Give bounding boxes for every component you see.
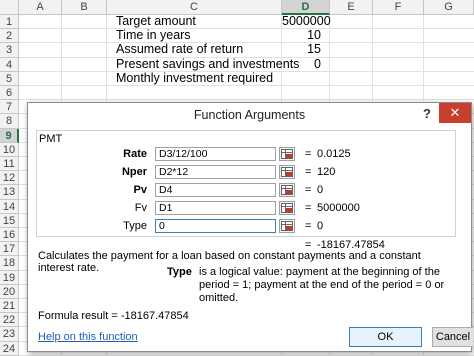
arg-equals: = [305, 202, 312, 214]
column-header-b[interactable]: B [62, 0, 107, 15]
arg-input-rate[interactable]: D3/12/100 [155, 147, 276, 161]
arg-label-rate: Rate [123, 148, 147, 160]
collapse-dialog-icon[interactable] [279, 165, 295, 179]
row-header-19[interactable]: 19 [0, 270, 19, 285]
row-header-8[interactable]: 8 [0, 114, 19, 129]
help-icon[interactable]: ? [419, 106, 435, 122]
column-header-d[interactable]: D [282, 0, 330, 15]
arg-equals: = [305, 166, 312, 178]
row-header-2[interactable]: 2 [0, 29, 19, 44]
row-header-4[interactable]: 4 [0, 57, 19, 72]
formula-result-value: -18167.47854 [120, 310, 189, 322]
row-header-18[interactable]: 18 [0, 256, 19, 271]
column-header-g[interactable]: G [424, 0, 474, 15]
row-header-12[interactable]: 12 [0, 171, 19, 186]
column-header-c[interactable]: C [107, 0, 282, 15]
cell-c4[interactable]: Present savings and investments [116, 57, 299, 72]
row-header-13[interactable]: 13 [0, 185, 19, 200]
dialog-titlebar[interactable]: Function Arguments ? ✕ [28, 103, 471, 127]
arg-label-type: Type [123, 220, 147, 232]
row-header-1[interactable]: 1 [0, 15, 19, 30]
arg-input-type[interactable]: 0 [155, 219, 276, 233]
arg-label-nper: Nper [121, 166, 147, 178]
arg-input-pv[interactable]: D4 [155, 183, 276, 197]
close-button[interactable]: ✕ [439, 103, 471, 123]
cell-d3[interactable]: 15 [282, 42, 321, 57]
select-all-corner[interactable] [0, 0, 19, 15]
gridline-horizontal [19, 28, 474, 30]
row-header-23[interactable]: 23 [0, 327, 19, 342]
arg-equals: = [305, 184, 312, 196]
row-header-14[interactable]: 14 [0, 199, 19, 214]
row-header-10[interactable]: 10 [0, 142, 19, 157]
collapse-dialog-icon[interactable] [279, 219, 295, 233]
dialog-title: Function Arguments [193, 108, 306, 122]
cell-d4[interactable]: 0 [282, 57, 321, 72]
gridline-horizontal [19, 99, 474, 101]
cancel-button[interactable]: Cancel [432, 327, 473, 347]
argument-description-text: is a logical value: payment at the begin… [199, 266, 445, 304]
cell-d1[interactable]: 5000000 [282, 14, 331, 29]
row-header-3[interactable]: 3 [0, 43, 19, 58]
collapse-dialog-icon[interactable] [279, 183, 295, 197]
formula-result: Formula result = -18167.47854 [38, 310, 189, 322]
collapse-dialog-icon[interactable] [279, 147, 295, 161]
row-header-24[interactable]: 24 [0, 341, 19, 356]
row-header-5[interactable]: 5 [0, 71, 19, 86]
row-header-22[interactable]: 22 [0, 313, 19, 328]
arg-result-pv: 0 [317, 184, 324, 196]
arg-result-rate: 0.0125 [317, 148, 351, 160]
row-header-17[interactable]: 17 [0, 242, 19, 257]
function-name: PMT [39, 133, 63, 145]
column-header-e[interactable]: E [330, 0, 373, 15]
arg-input-fv[interactable]: D1 [155, 201, 276, 215]
collapse-dialog-icon[interactable] [279, 201, 295, 215]
row-header-15[interactable]: 15 [0, 213, 19, 228]
row-header-21[interactable]: 21 [0, 299, 19, 314]
arg-result-type: 0 [317, 220, 324, 232]
gridline-horizontal [19, 42, 474, 44]
arg-result-nper: 120 [317, 166, 336, 178]
arg-equals: = [305, 220, 312, 232]
row-header-7[interactable]: 7 [0, 100, 19, 115]
cell-c5[interactable]: Monthly investment required [116, 71, 273, 86]
row-header-20[interactable]: 20 [0, 284, 19, 299]
column-header-f[interactable]: F [373, 0, 424, 15]
arg-input-nper[interactable]: D2*12 [155, 165, 276, 179]
arg-equals: = [305, 148, 312, 160]
help-on-function-link[interactable]: Help on this function [38, 331, 138, 343]
cell-c1[interactable]: Target amount [116, 14, 196, 29]
function-arguments-dialog: Function Arguments ? ✕ PMT Rate D3/12/100… [27, 102, 473, 352]
arg-result-fv: 5000000 [317, 202, 360, 214]
row-header-11[interactable]: 11 [0, 157, 19, 172]
row-header-9[interactable]: 9 [0, 128, 19, 143]
row-header-6[interactable]: 6 [0, 86, 19, 101]
cell-c3[interactable]: Assumed rate of return [116, 42, 243, 57]
row-header-16[interactable]: 16 [0, 228, 19, 243]
argument-description-name: Type [167, 266, 192, 278]
formula-result-label: Formula result = [38, 310, 118, 322]
arg-label-pv: Pv [133, 184, 147, 196]
ok-button[interactable]: OK [349, 327, 422, 347]
column-header-a[interactable]: A [19, 0, 62, 15]
cell-d2[interactable]: 10 [282, 28, 321, 43]
cell-c2[interactable]: Time in years [116, 28, 191, 43]
arg-label-fv: Fv [134, 202, 147, 214]
